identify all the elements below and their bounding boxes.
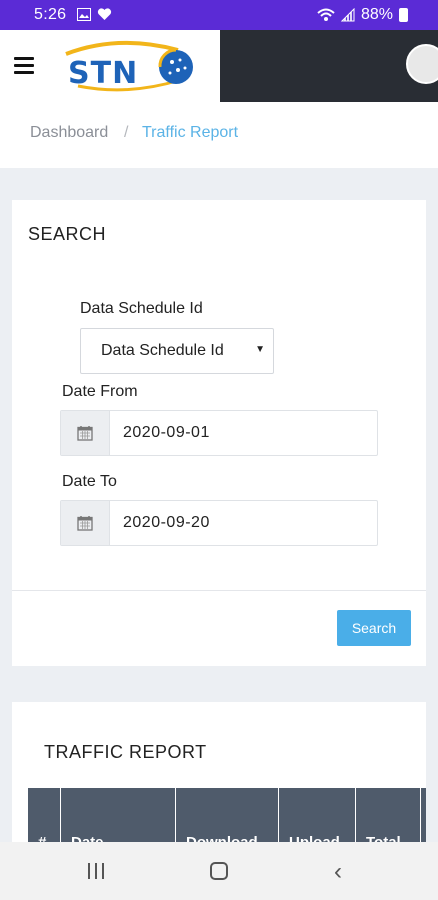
date-to-field[interactable]: 2020-09-20	[60, 500, 378, 546]
status-time: 5:26	[34, 6, 67, 23]
home-icon[interactable]	[210, 862, 228, 880]
calendar-icon	[77, 516, 93, 531]
column-header-upload[interactable]: Upload	[279, 788, 356, 842]
card-divider	[12, 590, 426, 591]
column-header-extra[interactable]: C T	[421, 788, 426, 842]
calendar-icon	[77, 426, 93, 441]
caret-down-icon: ▼	[255, 344, 265, 355]
battery-icon	[399, 8, 408, 22]
heart-icon	[97, 8, 112, 20]
breadcrumb-current[interactable]: Traffic Report	[142, 124, 238, 142]
signal-icon	[340, 8, 355, 22]
search-card: SEARCH Data Schedule Id Data Schedule Id…	[12, 200, 426, 666]
column-header-total[interactable]: Total	[356, 788, 421, 842]
recent-apps-icon[interactable]	[88, 863, 109, 884]
stn-logo: STN	[58, 40, 208, 92]
column-header-date[interactable]: Date	[61, 788, 176, 842]
schedule-select-value: Data Schedule Id	[101, 342, 224, 359]
date-to-value: 2020-09-20	[123, 514, 210, 531]
column-header-download[interactable]: Download	[176, 788, 279, 842]
breadcrumb-dashboard-link[interactable]: Dashboard	[30, 124, 108, 142]
schedule-label: Data Schedule Id	[80, 300, 203, 317]
system-nav-bar: ‹	[0, 842, 438, 900]
app-header: STN	[0, 30, 438, 102]
date-from-label: Date From	[62, 383, 138, 400]
column-header-index[interactable]: #	[28, 788, 61, 842]
menu-icon[interactable]	[14, 57, 34, 74]
header-user-area	[220, 30, 438, 102]
wifi-icon	[317, 8, 335, 21]
date-from-value: 2020-09-01	[123, 424, 210, 441]
search-card-title: SEARCH	[28, 224, 107, 244]
schedule-select[interactable]: Data Schedule Id ▼	[80, 328, 274, 374]
traffic-report-title: TRAFFIC REPORT	[44, 742, 207, 762]
battery-percent: 88%	[360, 6, 393, 23]
avatar[interactable]	[406, 44, 438, 84]
back-icon[interactable]: ‹	[334, 858, 342, 886]
date-from-field[interactable]: 2020-09-01	[60, 410, 378, 456]
status-bar: 5:26 88%	[0, 0, 438, 30]
traffic-table-header: # Date Download Upload Total C T	[28, 788, 426, 842]
traffic-report-card: TRAFFIC REPORT # Date Download Upload To…	[12, 702, 426, 842]
logo-text: STN	[68, 56, 139, 91]
search-button[interactable]: Search	[337, 610, 411, 646]
breadcrumb: Dashboard / Traffic Report	[0, 102, 438, 168]
breadcrumb-separator: /	[124, 124, 129, 141]
date-to-label: Date To	[62, 473, 117, 490]
image-icon	[77, 8, 91, 21]
